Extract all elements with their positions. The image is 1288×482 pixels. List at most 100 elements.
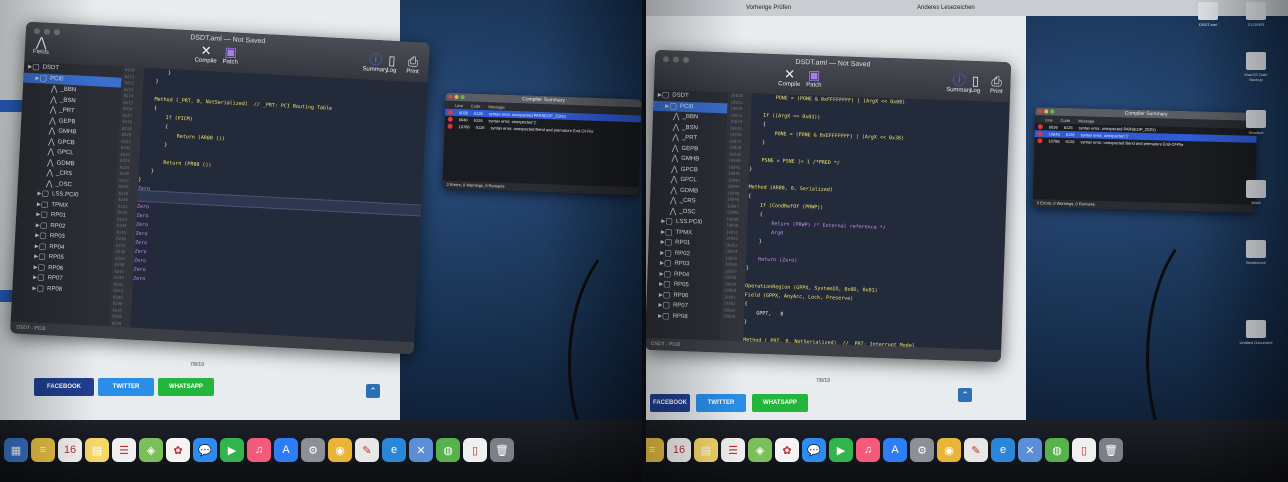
device-tree[interactable]: ▸▢ DSDT ▸▢ PCI0 ⋀ _BBN ⋀ _BSN ⋀ _PRT ⋀ GEPB ⋀ GMHB ⋀ GP… [10, 61, 124, 327]
folder-icon: ▸▢ [35, 72, 48, 83]
summary-button[interactable]: ⓘ Summary [362, 51, 389, 74]
folder-icon: ▸▢ [657, 310, 670, 321]
edge-icon[interactable]: e [382, 438, 406, 462]
scroll-to-top-button[interactable]: ⌃ [366, 384, 380, 398]
desktop-file-label: Shortcut [1248, 130, 1264, 135]
tree-node-label: RP02 [674, 250, 690, 257]
chrome-icon[interactable]: ◉ [937, 438, 961, 462]
tree-node-label: GEPB [681, 145, 699, 152]
textedit-icon[interactable]: ✎ [964, 438, 988, 462]
error-icon [447, 123, 453, 129]
reminders-icon[interactable]: ☰ [112, 438, 136, 462]
trash-icon[interactable]: 🗑 [1099, 438, 1123, 462]
facebook-share-button[interactable]: FACEBOOK [650, 394, 690, 412]
log-icon: ▯ [387, 52, 396, 68]
log-button[interactable]: ▯ Log [970, 73, 981, 94]
whatsapp-share-button[interactable]: WHATSAPP [158, 378, 214, 396]
summary-window-controls[interactable] [1038, 109, 1055, 114]
desktop-file-icon[interactable]: Work [1246, 180, 1266, 205]
facetime-icon[interactable]: ▶ [220, 438, 244, 462]
method-icon: ⋀ [45, 178, 53, 188]
compile-button[interactable]: ✕ Compile [194, 43, 217, 65]
tree-node-label: RP07 [672, 302, 689, 310]
bookmark-item[interactable]: Anderes Lesezeichen [917, 5, 975, 11]
desktop-file-label: DSDT.aml [1198, 22, 1217, 27]
desktop-file-icon[interactable]: MacOS Date Backup [1245, 52, 1267, 82]
chrome-icon[interactable]: ◉ [328, 438, 352, 462]
code-editor[interactable]: PONE = (PONE & 0xFFFFFFFF) | (ArgX << 0x… [743, 93, 1010, 362]
bookmark-item[interactable]: Vorherige Prüfen [746, 5, 791, 11]
folder-icon: ▸▢ [658, 300, 671, 310]
xcode-tools-icon[interactable]: ✕ [409, 438, 433, 462]
compiler-summary-window: Compiler Summary Line Code Message 6036 6… [1032, 107, 1258, 213]
tree-node-label: RP03 [49, 233, 65, 240]
trash-icon[interactable]: 🗑 [490, 438, 514, 462]
doc-icon[interactable]: ▯ [463, 438, 487, 462]
globe-icon[interactable]: ◍ [436, 438, 460, 462]
summary-button[interactable]: ⓘ Summary [946, 72, 972, 94]
reminders-icon[interactable]: ☰ [721, 438, 745, 462]
notes-icon[interactable]: ≡ [646, 438, 664, 462]
maps-icon[interactable]: ◈ [748, 438, 772, 462]
stickies-icon[interactable]: ▤ [85, 438, 109, 462]
browser-bookmarks-bar: Vorherige Prüfen Anderes Lesezeichen [646, 0, 1288, 16]
desktop-file-icon[interactable]: DSDT.aml [1198, 2, 1218, 27]
summary-line: 10788 [1048, 138, 1060, 144]
maps-icon[interactable]: ◈ [139, 438, 163, 462]
appstore-icon[interactable]: A [883, 438, 907, 462]
edge-icon[interactable]: e [991, 438, 1015, 462]
fields-button[interactable]: ⋀ Fields [33, 34, 50, 56]
info-icon: ⓘ [368, 51, 383, 68]
tree-node[interactable]: ▸▢ RP08 [646, 310, 720, 323]
doc-icon[interactable]: ▯ [1072, 438, 1096, 462]
patch-button[interactable]: ▣ Patch [222, 44, 238, 66]
messages-icon[interactable]: 💬 [193, 438, 217, 462]
tree-node-label: PCI0 [679, 103, 694, 110]
scroll-to-top-button[interactable]: ⌃ [958, 388, 972, 402]
print-button[interactable]: ⎙ Print [990, 74, 1003, 95]
folder-icon: ▸▢ [36, 209, 49, 220]
photos-icon[interactable]: ✿ [166, 438, 190, 462]
calendar-icon[interactable]: 16 [667, 438, 691, 462]
folder-icon: ▸▢ [37, 188, 50, 199]
preferences-icon[interactable]: ⚙ [910, 438, 934, 462]
method-icon: ⋀ [669, 195, 677, 205]
music-icon[interactable]: ♫ [856, 438, 880, 462]
notes-icon[interactable]: ≡ [31, 438, 55, 462]
folder-icon: ▸▢ [661, 216, 674, 226]
summary-line: 6048 [458, 117, 468, 123]
code-editor[interactable]: } } Method (_PRT, 0, NotSerialized) // _… [130, 67, 428, 343]
twitter-share-button[interactable]: TWITTER [696, 394, 746, 412]
print-icon: ⎙ [407, 53, 419, 70]
compile-button[interactable]: ✕ Compile [778, 66, 801, 88]
messages-icon[interactable]: 💬 [802, 438, 826, 462]
twitter-share-button[interactable]: TWITTER [98, 378, 154, 396]
photos-icon[interactable]: ✿ [775, 438, 799, 462]
music-icon[interactable]: ♫ [247, 438, 271, 462]
tree-node-label: _CRS [679, 197, 696, 205]
desktop-file-icon[interactable]: Shortcut [1246, 110, 1266, 135]
tree-node-label: RP01 [50, 212, 67, 219]
tree-node-label: _BSN [682, 124, 699, 131]
preferences-icon[interactable]: ⚙ [301, 438, 325, 462]
tree-node-label: RP04 [674, 271, 690, 278]
facetime-icon[interactable]: ▶ [829, 438, 853, 462]
desktop-file-icon[interactable]: CLOVER [1246, 2, 1266, 27]
patch-button[interactable]: ▣ Patch [806, 67, 822, 88]
xcode-tools-icon[interactable]: ✕ [1018, 438, 1042, 462]
whatsapp-share-button[interactable]: WHATSAPP [752, 394, 808, 412]
print-button[interactable]: ⎙ Print [406, 54, 419, 76]
launchpad-icon[interactable]: ▦ [4, 438, 28, 462]
facebook-share-button[interactable]: FACEBOOK [34, 378, 94, 396]
summary-window-controls[interactable] [448, 94, 465, 100]
device-tree[interactable]: ▸▢ DSDT ▸▢ PCI0 ⋀ _BBN ⋀ _BSN ⋀ _PRT ⋀ GEPB ⋀ GMHB ⋀ GP… [646, 89, 729, 341]
calendar-icon[interactable]: 16 [58, 438, 82, 462]
folder-icon: ▸▢ [32, 272, 45, 282]
globe-icon[interactable]: ◍ [1045, 438, 1069, 462]
log-button[interactable]: ▯ Log [386, 53, 397, 74]
textedit-icon[interactable]: ✎ [355, 438, 379, 462]
stickies-icon[interactable]: ▤ [694, 438, 718, 462]
folder-icon: ▸▢ [660, 247, 673, 258]
summary-message: syntax error, unexpected Bend and premat… [490, 125, 594, 134]
appstore-icon[interactable]: A [274, 438, 298, 462]
